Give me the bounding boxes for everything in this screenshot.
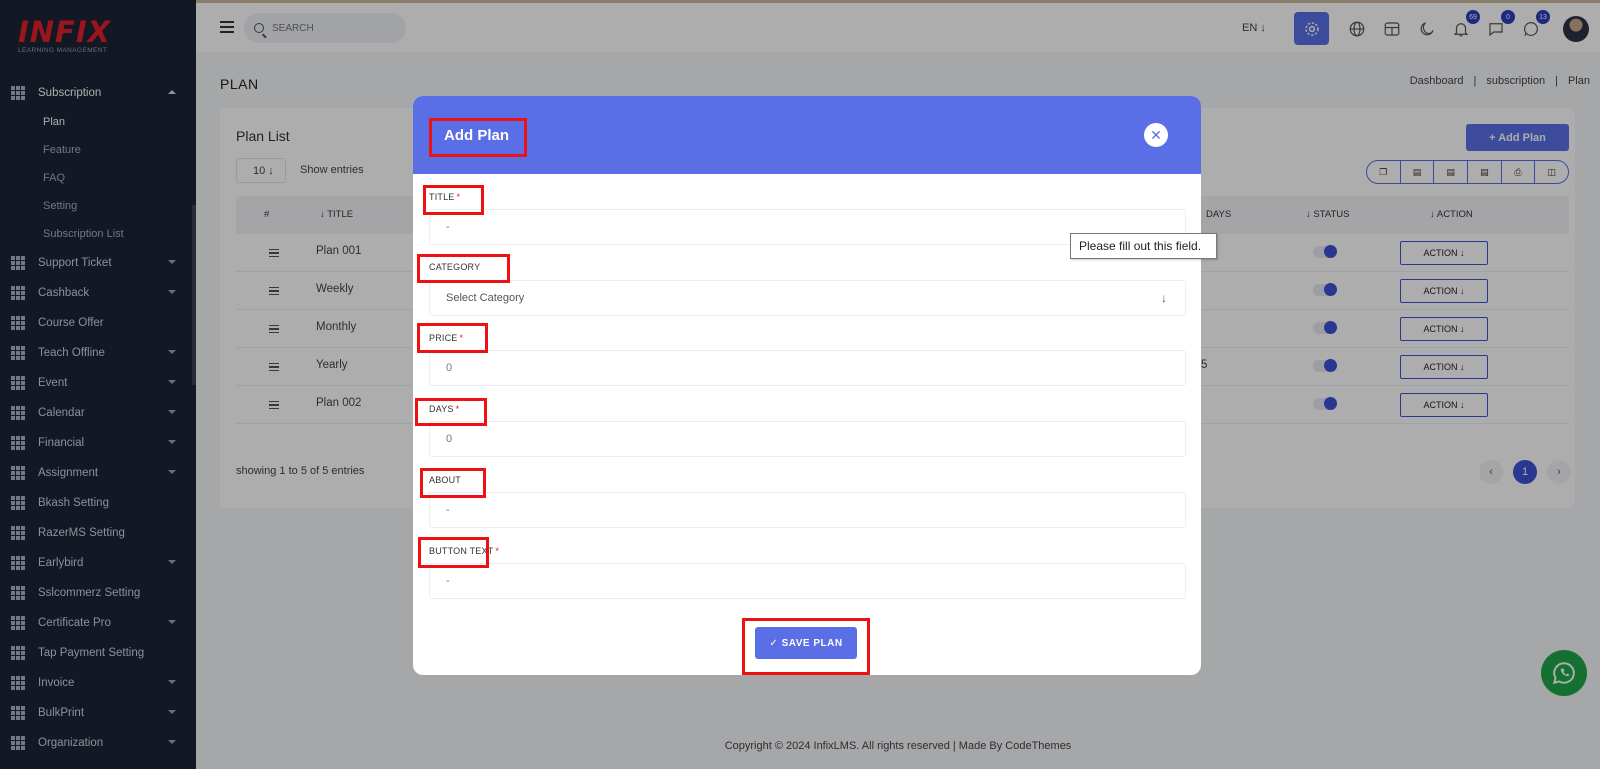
- close-icon: ✕: [1150, 126, 1162, 143]
- annotation-box: [423, 185, 484, 215]
- annotation-box: [417, 254, 510, 283]
- add-plan-modal: Add Plan ✕ TITLE* CATEGORY Select Catego…: [413, 96, 1201, 675]
- annotation-box: [415, 398, 487, 426]
- button-text-input[interactable]: [429, 563, 1186, 599]
- close-modal-button[interactable]: ✕: [1144, 123, 1168, 147]
- annotation-box: [418, 537, 489, 568]
- annotation-box: [429, 118, 527, 157]
- annotation-box: [742, 618, 870, 675]
- modal-header: Add Plan ✕: [413, 96, 1201, 174]
- category-select-value: Select Category: [446, 292, 525, 304]
- button-text-required-mark: *: [495, 546, 500, 556]
- about-input[interactable]: [429, 492, 1186, 528]
- category-select[interactable]: Select Category ↓: [429, 280, 1186, 316]
- annotation-box: [417, 323, 488, 353]
- validation-tooltip: Please fill out this field.: [1070, 233, 1217, 259]
- annotation-box: [420, 468, 486, 498]
- days-input[interactable]: [429, 421, 1186, 457]
- price-input[interactable]: [429, 350, 1186, 386]
- arrow-down-icon: ↓: [1161, 291, 1167, 305]
